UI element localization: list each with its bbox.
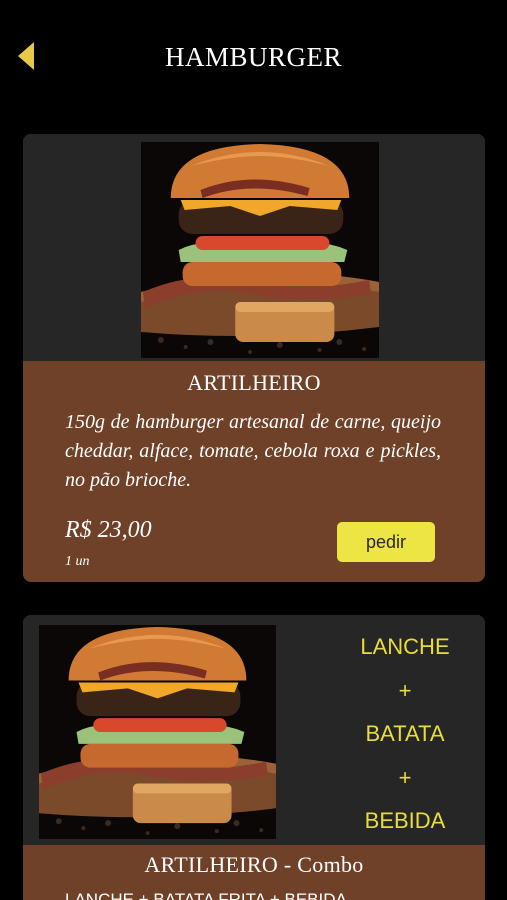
product-unit: 1 un <box>65 554 90 569</box>
combo-label: LANCHE + BATATA + BEBIDA <box>341 625 469 843</box>
page-title: HAMBURGER <box>164 42 343 72</box>
product-description: 150g de hamburger artesanal de carne, qu… <box>65 411 441 491</box>
burger-photo <box>141 142 379 358</box>
combo-line: LANCHE <box>360 634 450 659</box>
combo-line: BATATA <box>365 721 445 746</box>
combo-line: BEBIDA <box>364 808 446 833</box>
product-card[interactable]: LANCHE + BATATA + BEBIDA ARTILHEIRO - Co… <box>23 615 485 900</box>
product-title: ARTILHEIRO <box>187 370 321 395</box>
combo-line: + <box>398 677 412 703</box>
product-price: R$ 23,00 <box>65 517 152 543</box>
product-title: ARTILHEIRO - Combo <box>144 852 364 877</box>
combo-line: + <box>398 764 412 790</box>
product-card[interactable]: ARTILHEIRO 150g de hamburger artesanal d… <box>23 134 485 582</box>
burger-photo <box>39 625 276 839</box>
order-button[interactable]: pedir <box>337 522 435 562</box>
header: HAMBURGER <box>0 0 507 120</box>
product-image-panel: LANCHE + BATATA + BEBIDA <box>23 615 485 845</box>
product-description: LANCHE + BATATA FRITA + BEBIDA <box>65 890 347 900</box>
product-image-panel <box>23 134 485 361</box>
